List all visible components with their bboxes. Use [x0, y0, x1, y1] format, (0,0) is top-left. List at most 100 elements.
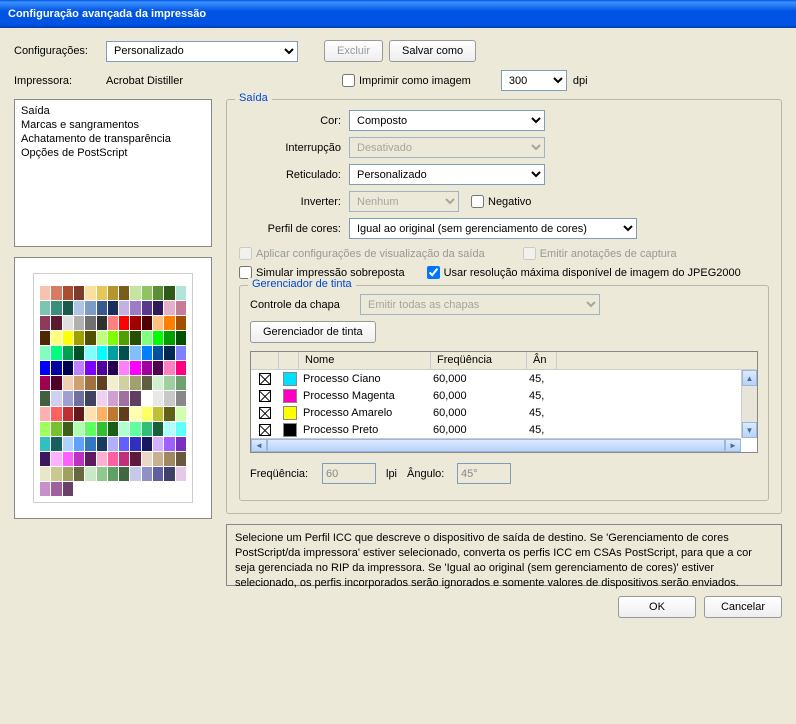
ink-row[interactable]: Processo Magenta60,00045,	[251, 387, 757, 404]
color-swatch	[176, 452, 186, 466]
ok-button[interactable]: OK	[618, 596, 696, 618]
color-swatch	[164, 376, 174, 390]
ink-row[interactable]: Processo Preto60,00045,	[251, 421, 757, 438]
color-swatch	[51, 391, 61, 405]
color-swatch	[40, 316, 50, 330]
cancel-button[interactable]: Cancelar	[704, 596, 782, 618]
negativo-check[interactable]: Negativo	[471, 195, 531, 208]
ink-fieldset: Gerenciador de tinta Controle da chapa E…	[239, 285, 769, 501]
printer-row: Impressora: Acrobat Distiller Imprimir c…	[14, 70, 782, 91]
inverter-label: Inverter:	[239, 196, 349, 208]
ink-ang: 45,	[529, 424, 559, 436]
color-swatch	[40, 331, 50, 345]
color-swatch	[119, 361, 129, 375]
color-swatch	[142, 422, 152, 436]
color-swatch	[176, 422, 186, 436]
color-swatch	[40, 286, 50, 300]
color-swatch	[176, 407, 186, 421]
color-swatch	[63, 361, 73, 375]
scroll-down-icon[interactable]: ▼	[742, 422, 757, 438]
scroll-right-icon[interactable]: ►	[725, 439, 741, 452]
color-swatch	[164, 331, 174, 345]
hscroll-thumb[interactable]	[267, 439, 725, 452]
config-label: Configurações:	[14, 45, 100, 57]
color-swatch	[63, 407, 73, 421]
color-swatch	[108, 437, 118, 451]
freq-label: Freqüência:	[250, 468, 322, 480]
color-swatch	[142, 467, 152, 481]
color-swatch	[119, 452, 129, 466]
color-swatch	[40, 346, 50, 360]
horizontal-scrollbar[interactable]: ◄ ►	[251, 438, 741, 452]
titlebar: Configuração avançada da impressão	[0, 0, 796, 28]
category-list[interactable]: Saída Marcas e sangramentos Achatamento …	[14, 99, 212, 247]
color-swatch	[51, 346, 61, 360]
category-item[interactable]: Marcas e sangramentos	[21, 118, 205, 132]
ink-ang: 45,	[529, 407, 559, 419]
scroll-left-icon[interactable]: ◄	[251, 439, 267, 452]
color-swatch	[40, 422, 50, 436]
header-freq: Freqüência	[431, 352, 527, 369]
color-swatch	[164, 437, 174, 451]
x-icon	[259, 390, 271, 402]
color-swatch	[85, 331, 95, 345]
print-as-image-checkbox[interactable]	[342, 74, 355, 87]
controle-label: Controle da chapa	[250, 299, 360, 311]
color-swatch	[85, 437, 95, 451]
category-item[interactable]: Opções de PostScript	[21, 146, 205, 160]
color-swatch	[74, 407, 84, 421]
color-swatch	[130, 452, 140, 466]
color-swatch	[119, 346, 129, 360]
color-swatch	[63, 437, 73, 451]
color-swatch	[85, 346, 95, 360]
color-swatch	[108, 376, 118, 390]
ink-row[interactable]: Processo Ciano60,00045,	[251, 370, 757, 387]
saveas-button[interactable]: Salvar como	[389, 40, 476, 62]
color-swatch	[119, 467, 129, 481]
color-swatch	[63, 422, 73, 436]
simular-label: Simular impressão sobreposta	[256, 267, 405, 279]
vertical-scrollbar[interactable]: ▲ ▼	[741, 370, 757, 438]
color-swatch	[74, 286, 84, 300]
color-swatch	[108, 286, 118, 300]
color-swatch	[130, 346, 140, 360]
usar-res-checkbox[interactable]	[427, 266, 440, 279]
ink-name: Processo Amarelo	[301, 407, 433, 419]
category-item[interactable]: Achatamento de transparência	[21, 132, 205, 146]
dpi-select[interactable]: 300	[501, 70, 567, 91]
ang-label: Ângulo:	[407, 468, 457, 480]
ink-table[interactable]: Nome Freqüência Ân Processo Ciano60,0004…	[250, 351, 758, 453]
color-swatch	[51, 361, 61, 375]
ink-manager-button[interactable]: Gerenciador de tinta	[250, 321, 376, 343]
perfil-select[interactable]: Igual ao original (sem gerenciamento de …	[349, 218, 637, 239]
color-swatch	[176, 286, 186, 300]
color-swatch	[74, 391, 84, 405]
preview-pane	[14, 257, 212, 519]
print-as-image-check[interactable]: Imprimir como imagem	[342, 74, 471, 87]
color-swatch	[85, 422, 95, 436]
ink-row[interactable]: Processo Amarelo60,00045,	[251, 404, 757, 421]
color-swatch	[176, 316, 186, 330]
color-swatch	[85, 452, 95, 466]
color-swatch	[97, 437, 107, 451]
ink-freq: 60,000	[433, 390, 529, 402]
ink-ang: 45,	[529, 373, 559, 385]
color-swatch	[40, 407, 50, 421]
color-swatch	[130, 376, 140, 390]
scroll-up-icon[interactable]: ▲	[742, 370, 757, 386]
config-select[interactable]: Personalizado	[106, 41, 298, 62]
color-swatch	[51, 316, 61, 330]
color-swatch	[176, 467, 186, 481]
cor-select[interactable]: Composto	[349, 110, 545, 131]
color-swatch	[97, 301, 107, 315]
category-item[interactable]: Saída	[21, 104, 205, 118]
color-swatch	[142, 452, 152, 466]
ink-name: Processo Magenta	[301, 390, 433, 402]
color-swatch	[130, 286, 140, 300]
negativo-checkbox[interactable]	[471, 195, 484, 208]
retic-select[interactable]: Personalizado	[349, 164, 545, 185]
color-swatch	[85, 391, 95, 405]
color-swatch	[63, 301, 73, 315]
color-swatch	[164, 452, 174, 466]
color-swatch	[85, 286, 95, 300]
